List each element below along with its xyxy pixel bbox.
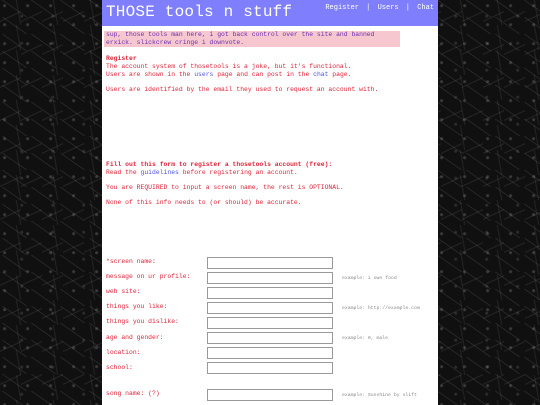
profile-message-input[interactable] (207, 272, 333, 284)
register-line-2-text: page. (328, 71, 352, 78)
screen-name-input[interactable] (207, 257, 333, 269)
nav-users-link[interactable]: Users (378, 4, 399, 12)
website-hint: example: http://example.com (342, 306, 420, 311)
nav-separator: | (366, 4, 371, 12)
likes-label: things you like: (106, 303, 168, 310)
song-name-hint: example: Sunshine by slift (342, 393, 417, 398)
page-container: THOSE tools n stuff Register | Users | C… (102, 0, 438, 405)
nav-chat-link[interactable]: Chat (417, 4, 434, 12)
likes-input[interactable] (207, 302, 333, 314)
announcement-banner: sup, those tools man here, i got back co… (104, 31, 400, 47)
register-line-2-text: Users are shown in the (106, 71, 195, 78)
guidelines-note-text: before registering an account. (178, 169, 298, 176)
guidelines-link[interactable]: guidelines (141, 169, 179, 176)
dislikes-label: things you dislike: (106, 318, 179, 325)
song-name-input[interactable] (207, 389, 333, 401)
age-gender-label: age and gender: (106, 334, 164, 341)
accuracy-note: None of this info needs to (or should) b… (106, 199, 302, 206)
required-note: You are REQUIRED to input a screen name,… (106, 184, 344, 191)
register-line-2-text: page and can post in the (213, 71, 314, 78)
guidelines-note-text: Read the (106, 169, 141, 176)
nav-separator: | (405, 4, 410, 12)
location-label: location: (106, 349, 141, 356)
age-gender-input[interactable] (207, 332, 333, 344)
register-line-2: Users are shown in the users page and ca… (106, 71, 351, 79)
screen-name-label: *screen name: (106, 258, 156, 265)
users-link[interactable]: users (194, 71, 213, 78)
profile-message-label: message on ur profile: (106, 273, 191, 280)
form-intro-heading: Fill out this form to register a thoseto… (106, 161, 333, 168)
location-input[interactable] (207, 347, 333, 359)
register-heading: Register (106, 55, 137, 62)
register-line-3: Users are identified by the email they u… (106, 86, 379, 93)
site-header: THOSE tools n stuff Register | Users | C… (102, 0, 438, 26)
school-input[interactable] (207, 362, 333, 374)
song-name-label: song name: (?) (106, 390, 160, 397)
site-title[interactable]: THOSE tools n stuff (106, 3, 292, 21)
age-gender-hint: example: 0, male (342, 336, 389, 341)
profile-message-hint: example: i own food (342, 276, 397, 281)
website-input[interactable] (207, 287, 333, 299)
chat-link[interactable]: chat (313, 71, 328, 78)
website-label: web site: (106, 288, 141, 295)
dislikes-input[interactable] (207, 317, 333, 329)
guidelines-note: Read the guidelines before registering a… (106, 169, 298, 177)
school-label: school: (106, 364, 133, 371)
nav-register-link[interactable]: Register (325, 4, 359, 12)
register-line-1: The account system of thosetools is a jo… (106, 63, 352, 70)
top-nav: Register | Users | Chat (325, 4, 434, 12)
